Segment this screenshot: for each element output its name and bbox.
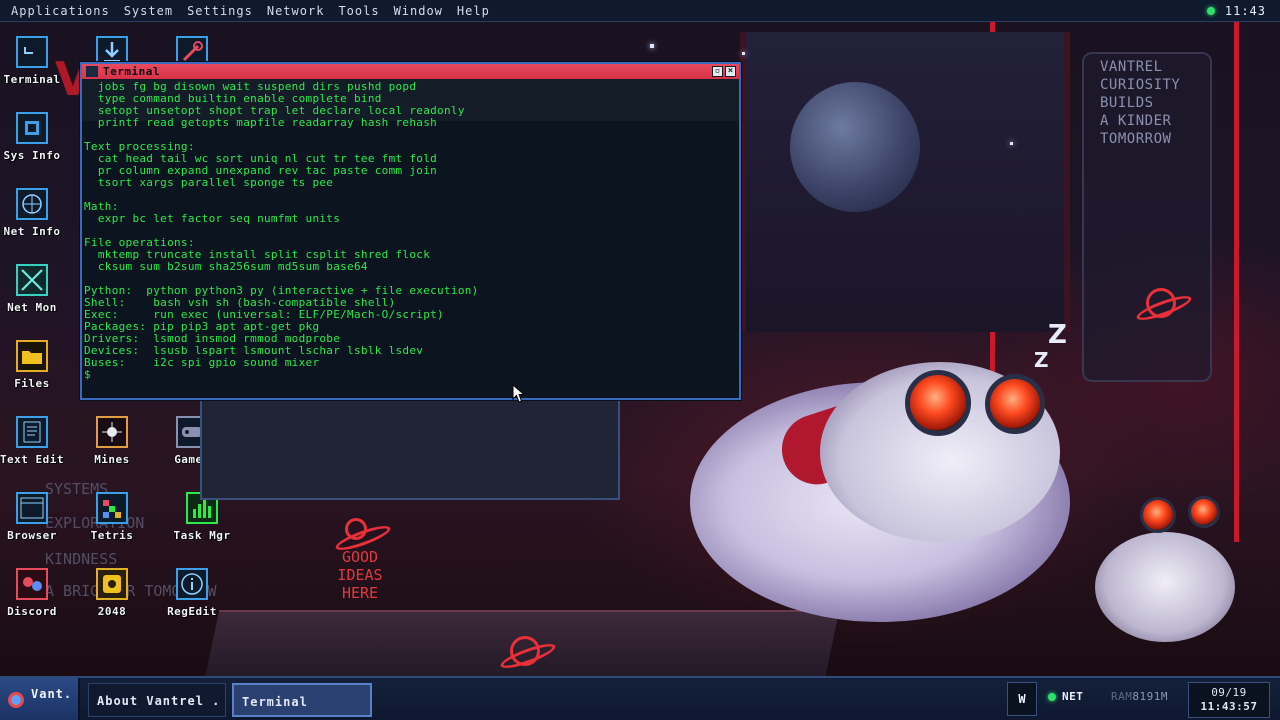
- goggle-lens: [1188, 496, 1220, 528]
- menu-settings[interactable]: Settings: [180, 0, 260, 22]
- menu-window[interactable]: Window: [387, 0, 450, 22]
- desktop-icon-net-info[interactable]: Net Info: [0, 188, 70, 256]
- desktop-icon-label: Task Mgr: [173, 529, 231, 542]
- desktop-icon-label: RegEdit: [167, 605, 217, 618]
- menu-network[interactable]: Network: [260, 0, 332, 22]
- goggle-lens: [1140, 497, 1176, 533]
- maximize-button[interactable]: ▫: [712, 66, 723, 77]
- desktop-icon-net-mon[interactable]: Net Mon: [0, 264, 70, 332]
- terminal-output[interactable]: jobs fg bg disown wait suspend dirs push…: [82, 79, 739, 398]
- wallpaper-poster-text: VANTREL CURIOSITY BUILDS A KINDER TOMORR…: [1100, 59, 1181, 147]
- discord-icon: [16, 568, 48, 600]
- terminal-icon: [86, 66, 98, 77]
- text-edit-icon: [16, 416, 48, 448]
- tray-network[interactable]: NET: [1048, 690, 1083, 703]
- wallpaper-small-ferret: [1095, 532, 1235, 642]
- desktop-icon-label: Sys Info: [3, 149, 61, 162]
- planet-decoration: [1146, 288, 1176, 318]
- ram-label: RAM: [1111, 690, 1133, 703]
- menu-system[interactable]: System: [117, 0, 180, 22]
- goggle-lens: [985, 374, 1045, 434]
- mines-icon: [96, 416, 128, 448]
- desktop-icon-2048[interactable]: 2048: [74, 568, 150, 636]
- window-title: Terminal: [103, 65, 160, 78]
- desktop-icon-label: Net Info: [3, 225, 61, 238]
- desktop-icon-terminal[interactable]: Terminal: [0, 36, 70, 104]
- network-status-icon: [1048, 692, 1056, 701]
- info-icon: [176, 568, 208, 600]
- desktop-icon-tetris[interactable]: Tetris: [74, 492, 150, 560]
- goggle-lens: [905, 370, 971, 436]
- vantrel-logo-icon: [8, 692, 24, 708]
- status-indicator: [1206, 7, 1215, 15]
- desktop-icon-label: Tetris: [90, 529, 134, 542]
- taskbar-item-terminal[interactable]: Terminal: [232, 683, 372, 717]
- terminal-line: Buses: i2c spi gpio sound mixer: [84, 356, 320, 369]
- tray-clock[interactable]: 09/19 11:43:57: [1188, 682, 1270, 718]
- desktop-icon-label: Discord: [7, 605, 57, 618]
- desktop-icon-label: 2048: [97, 605, 127, 618]
- folder-icon: [16, 340, 48, 372]
- about-vantrel-window[interactable]: [200, 400, 620, 500]
- desktop-icon-label: Terminal: [3, 73, 61, 86]
- desktop-icon-label: Mines: [94, 453, 130, 466]
- terminal-line: expr bc let factor seq numfmt units: [84, 212, 341, 225]
- chip-icon: [16, 112, 48, 144]
- terminal-line: $: [84, 368, 91, 381]
- menu-clock: 11:43: [1224, 4, 1266, 18]
- tray-date: 09/19: [1211, 686, 1247, 699]
- planet-decoration: [510, 636, 540, 666]
- desktop-icon-text-edit[interactable]: Text Edit: [0, 416, 70, 484]
- desktop-icon-discord[interactable]: Discord: [0, 568, 70, 636]
- desktop-icon-mines[interactable]: Mines: [74, 416, 150, 484]
- taskbar: Vant. About Vantrel . Terminal W NET RAM…: [0, 676, 1280, 720]
- globe-icon: [16, 188, 48, 220]
- desktop-icon-label: Files: [14, 377, 50, 390]
- desktop-icon-label: Net Mon: [7, 301, 57, 314]
- desktop-icon-browser[interactable]: Browser: [0, 492, 70, 560]
- tray-time: 11:43:57: [1200, 700, 1258, 713]
- desktop-icon-sys-info[interactable]: Sys Info: [0, 112, 70, 180]
- terminal-line: printf read getopts mapfile readarray ha…: [84, 116, 438, 129]
- menu-tools[interactable]: Tools: [331, 0, 386, 22]
- terminal-line: tsort xargs parallel sponge ts pee: [84, 176, 334, 189]
- puzzle-icon: [96, 568, 128, 600]
- desktop-icon-label: Text Edit: [0, 453, 65, 466]
- terminal-window[interactable]: Terminal ▫ × jobs fg bg disown wait susp…: [80, 62, 741, 400]
- desktop-icon-task-mgr[interactable]: Task Mgr: [164, 492, 240, 560]
- top-menu-bar: Applications System Settings Network Too…: [0, 0, 1280, 22]
- desktop-icon-regedit[interactable]: RegEdit: [154, 568, 230, 636]
- close-button[interactable]: ×: [725, 66, 736, 77]
- network-monitor-icon: [16, 264, 48, 296]
- browser-icon: [16, 492, 48, 524]
- menu-help[interactable]: Help: [450, 0, 497, 22]
- desktop-icon-label: Browser: [7, 529, 57, 542]
- tetris-icon: [96, 492, 128, 524]
- terminal-icon: [16, 36, 48, 68]
- desktop-icon-files[interactable]: Files: [0, 340, 70, 408]
- terminal-titlebar[interactable]: Terminal ▫ ×: [82, 64, 739, 79]
- tray-ram: RAM8191M: [1111, 690, 1168, 703]
- terminal-line: cksum sum b2sum sha256sum md5sum base64: [84, 260, 368, 273]
- ram-value: 8191M: [1132, 690, 1168, 703]
- tray-w-button[interactable]: W: [1007, 682, 1037, 716]
- start-label: Vant.: [31, 687, 73, 701]
- taskbar-item-about[interactable]: About Vantrel .: [88, 683, 226, 717]
- menu-applications[interactable]: Applications: [0, 0, 117, 22]
- start-button[interactable]: Vant.: [0, 678, 80, 720]
- network-label: NET: [1062, 690, 1084, 703]
- wallpaper-moon: [790, 82, 920, 212]
- mouse-pointer-icon: [512, 383, 526, 408]
